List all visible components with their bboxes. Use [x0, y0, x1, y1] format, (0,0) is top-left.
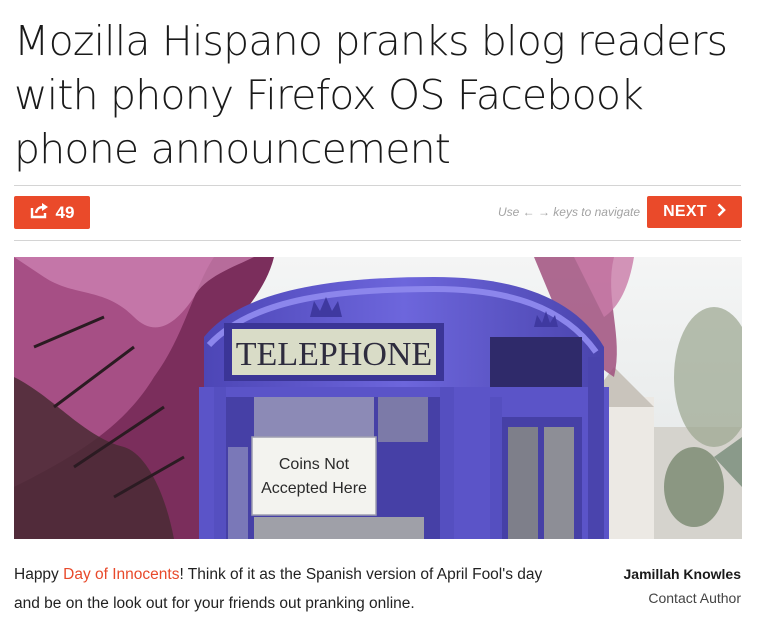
next-article-button[interactable]: NEXT — [647, 196, 742, 228]
author-box: Jamillah Knowles Contact Author — [624, 562, 741, 610]
booth-notice-line1: Coins Not — [279, 456, 350, 473]
contact-author-link[interactable]: Contact Author — [624, 586, 741, 610]
divider-top — [14, 185, 741, 186]
booth-notice-line2: Accepted Here — [261, 480, 367, 497]
article-headline: Mozilla Hispano pranks blog readers with… — [14, 17, 728, 173]
chevron-right-icon — [717, 203, 726, 222]
share-arrow-icon — [30, 202, 49, 224]
day-of-innocents-link[interactable]: Day of Innocents — [63, 566, 179, 583]
share-count: 49 — [55, 202, 75, 222]
next-label: NEXT — [663, 203, 707, 220]
share-button[interactable]: 49 — [14, 196, 90, 229]
intro-prefix: Happy — [14, 566, 64, 583]
article-photo: TELEPHONE Coins Not Accepted Here — [14, 257, 742, 539]
author-name[interactable]: Jamillah Knowles — [624, 562, 741, 586]
article-intro: Happy Day of Innocents! Think of it as t… — [14, 560, 554, 618]
keyboard-nav-hint: Use ← → keys to navigate — [497, 205, 640, 219]
booth-sign-text: TELEPHONE — [236, 336, 432, 373]
divider-bottom — [14, 240, 741, 241]
